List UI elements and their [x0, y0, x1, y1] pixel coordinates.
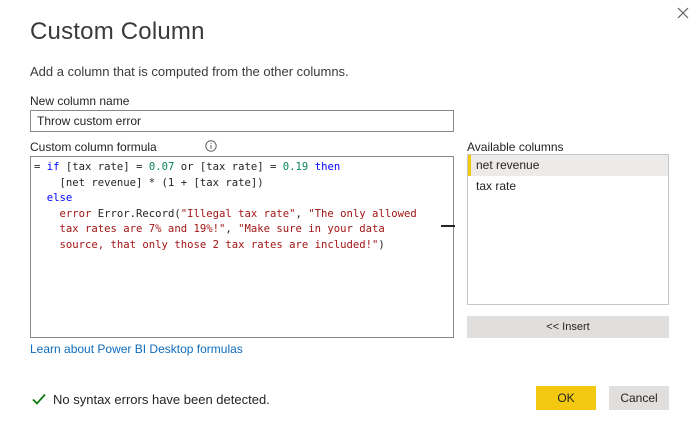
formula-token: else [46, 192, 73, 204]
ok-button[interactable]: OK [536, 386, 596, 410]
formula-token [34, 192, 47, 204]
insert-button[interactable]: << Insert [467, 316, 669, 338]
available-column-item[interactable]: tax rate [468, 176, 668, 197]
formula-token: , [295, 207, 309, 220]
formula-token: then [314, 161, 341, 173]
formula-line: else [34, 192, 73, 204]
dialog-subtitle: Add a column that is computed from the o… [30, 64, 349, 79]
info-icon[interactable] [205, 140, 217, 152]
formula-token: , [225, 223, 239, 235]
formula-line: [net revenue] * (1 + [tax rate]) [34, 177, 264, 189]
formula-token [34, 208, 60, 220]
formula-token: source, that only those 2 tax rates are … [34, 238, 379, 251]
editor-scroll-marker [441, 225, 455, 227]
checkmark-icon [32, 393, 46, 405]
dialog-title: Custom Column [30, 18, 205, 45]
available-columns-label: Available columns [467, 140, 564, 154]
formula-line: = if [tax rate] = 0.07 or [tax rate] = 0… [34, 161, 340, 173]
formula-token: if [46, 161, 60, 173]
formula-line: tax rates are 7% and 19%!", "Make sure i… [34, 223, 385, 235]
formula-token: "Illegal tax rate" [180, 207, 296, 220]
column-name-label: New column name [30, 94, 130, 108]
formula-token: [tax rate] = [59, 161, 149, 173]
formula-line: source, that only those 2 tax rates are … [34, 239, 385, 251]
column-name-input[interactable] [30, 110, 454, 132]
formula-label: Custom column formula [30, 140, 157, 154]
formula-token: Error.Record( [91, 207, 181, 220]
formula-token: [net revenue] * (1 + [tax rate]) [34, 176, 264, 189]
formula-line: error Error.Record("Illegal tax rate", "… [34, 208, 417, 220]
formula-token: = [34, 161, 47, 173]
formula-token: error [59, 207, 92, 220]
formula-token: or [tax rate] = [174, 161, 283, 173]
formula-token: 0.07 [148, 161, 175, 173]
available-columns-list[interactable]: net revenue tax rate [467, 154, 669, 305]
formula-token: tax rates are 7% and 19%!" [34, 223, 226, 235]
formula-editor[interactable]: = if [tax rate] = 0.07 or [tax rate] = 0… [30, 156, 454, 338]
formula-code[interactable]: = if [tax rate] = 0.07 or [tax rate] = 0… [34, 160, 417, 253]
available-column-item[interactable]: net revenue [468, 155, 668, 176]
learn-formulas-link[interactable]: Learn about Power BI Desktop formulas [30, 342, 243, 356]
formula-token: 0.19 [282, 161, 309, 173]
status-message: No syntax errors have been detected. [53, 392, 270, 407]
formula-token: "The only allowed [308, 207, 417, 220]
formula-token: ) [378, 238, 385, 251]
close-icon[interactable] [674, 4, 692, 22]
cancel-button[interactable]: Cancel [609, 386, 669, 410]
formula-token: "Make sure in your data [238, 223, 385, 235]
